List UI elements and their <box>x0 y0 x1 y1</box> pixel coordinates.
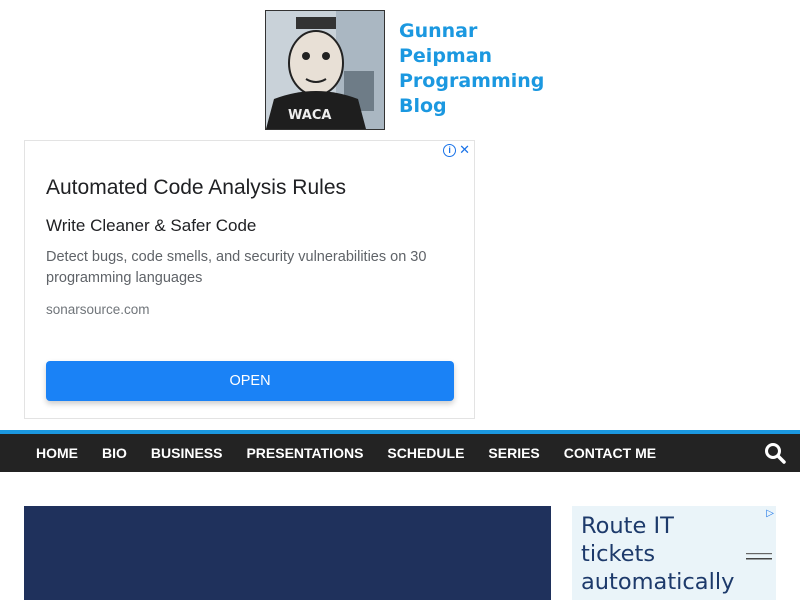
nav-list: HOME BIO BUSINESS PRESENTATIONS SCHEDULE… <box>0 434 800 472</box>
svg-text:WACA: WACA <box>288 108 331 123</box>
ad-choices-icon[interactable]: ▷ <box>766 508 774 519</box>
nav-item-schedule[interactable]: SCHEDULE <box>375 434 476 472</box>
author-avatar[interactable]: WACA <box>265 10 385 130</box>
nav-item-presentations[interactable]: PRESENTATIONS <box>234 434 375 472</box>
sidebar-ad[interactable]: Route IT tickets automatically ▷ <box>572 506 776 600</box>
nav-item-bio[interactable]: BIO <box>90 434 139 472</box>
blog-title[interactable]: Gunnar Peipman Programming Blog <box>399 19 544 119</box>
nav-item-home[interactable]: HOME <box>24 434 90 472</box>
ad-headline[interactable]: Automated Code Analysis Rules <box>46 176 346 200</box>
ad-badges: i ✕ <box>443 143 470 157</box>
ad-banner[interactable]: i ✕ Automated Code Analysis Rules Write … <box>24 140 475 419</box>
ad-subheadline: Write Cleaner & Safer Code <box>46 216 257 235</box>
ad-domain: sonarsource.com <box>46 302 150 317</box>
nav-item-contact-me[interactable]: CONTACT ME <box>552 434 668 472</box>
nav-item-business[interactable]: BUSINESS <box>139 434 235 472</box>
sidebar-ad-logo <box>746 550 772 569</box>
sidebar-ad-text[interactable]: Route IT tickets automatically <box>581 512 751 596</box>
close-icon[interactable]: ✕ <box>459 143 470 157</box>
ad-description: Detect bugs, code smells, and security v… <box>46 249 427 286</box>
info-icon[interactable]: i <box>443 143 457 157</box>
nav-item-series[interactable]: SERIES <box>476 434 551 472</box>
main-nav: HOME BIO BUSINESS PRESENTATIONS SCHEDULE… <box>0 430 800 472</box>
ad-open-button[interactable]: OPEN <box>46 361 454 401</box>
featured-post-image[interactable] <box>24 506 551 600</box>
search-icon[interactable] <box>764 442 786 464</box>
